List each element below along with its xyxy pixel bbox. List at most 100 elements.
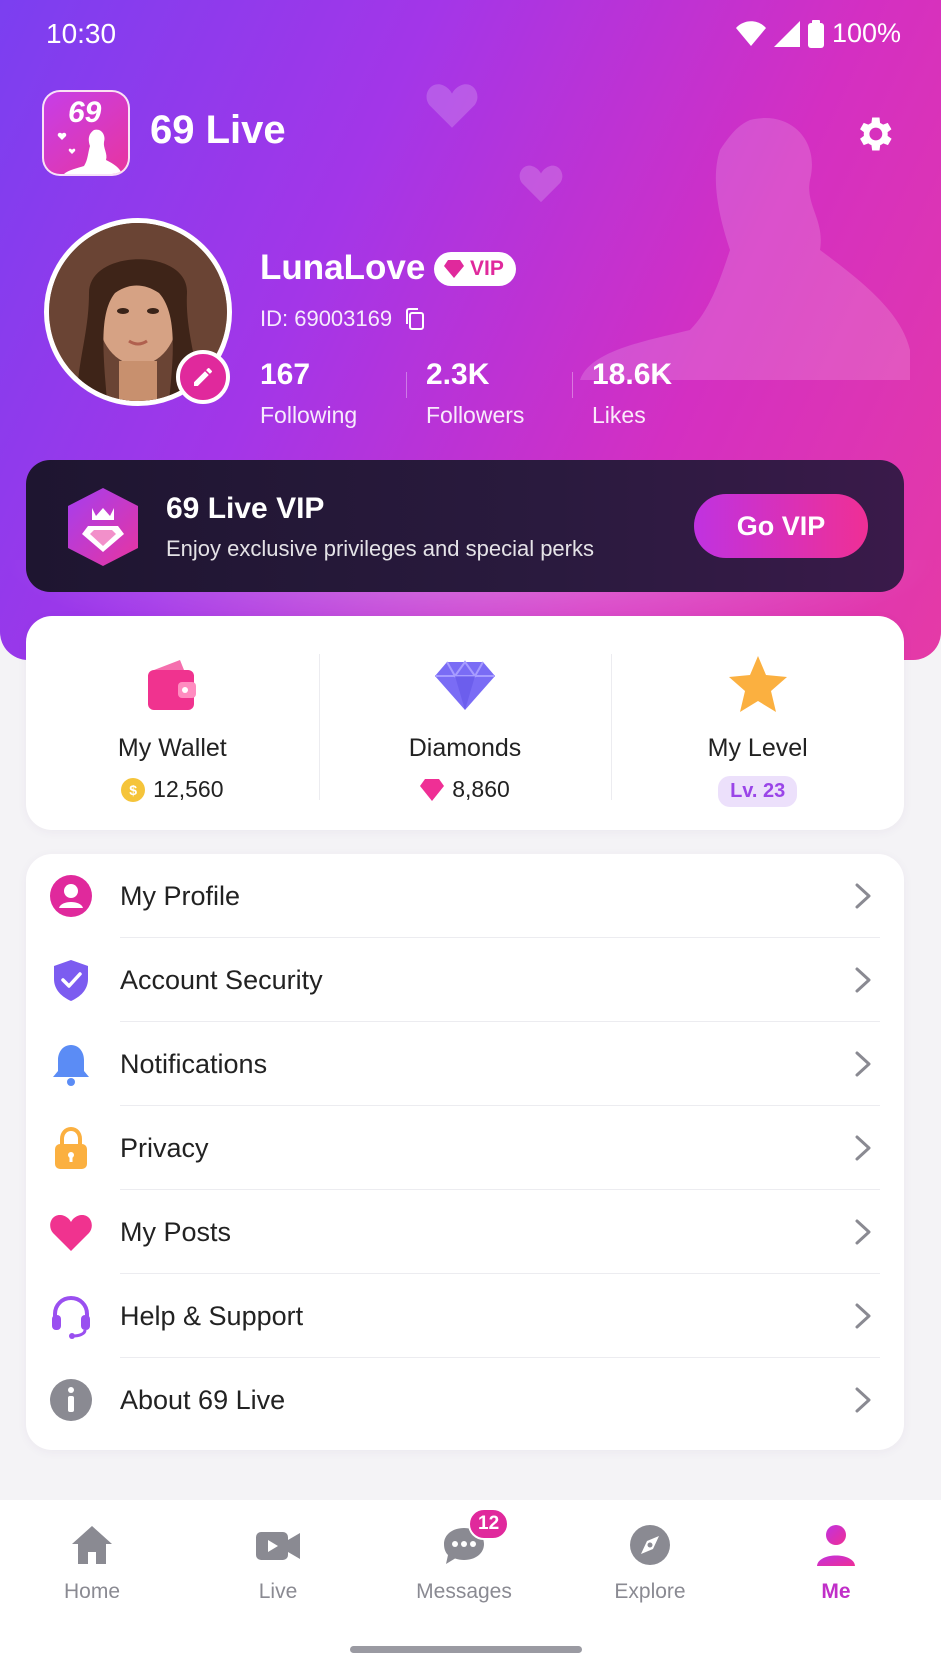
chevron-right-icon — [855, 967, 871, 993]
vip-banner-subtitle: Enjoy exclusive privileges and special p… — [166, 536, 594, 561]
stat-value: 167 — [260, 358, 311, 391]
diamond-icon — [435, 660, 495, 710]
lock-icon — [55, 1126, 87, 1169]
menu-item-label: About 69 Live — [120, 1385, 286, 1415]
asset-value: Lv. 23 — [611, 776, 904, 807]
settings-button[interactable] — [852, 112, 896, 156]
menu-item-label: Account Security — [120, 965, 323, 995]
status-bar: 10:30 100% — [0, 0, 941, 70]
chat-icon: 12 — [440, 1508, 510, 1568]
bell-icon — [53, 1045, 89, 1086]
diamond-icon — [444, 260, 464, 278]
menu-item-label: Notifications — [120, 1049, 268, 1079]
chevron-right-icon — [855, 1051, 871, 1077]
menu-item-account-security[interactable]: Account Security — [26, 938, 904, 1022]
heart-icon — [50, 1214, 92, 1251]
app-logo: 69 — [42, 90, 130, 176]
copy-icon[interactable] — [404, 307, 426, 331]
go-vip-button[interactable]: Go VIP — [694, 494, 868, 558]
menu-item-my-profile[interactable]: My Profile — [26, 854, 904, 938]
menu-item-about[interactable]: About 69 Live — [26, 1358, 904, 1442]
user-id: ID: 69003169 — [260, 306, 426, 332]
menu-item-my-posts[interactable]: My Posts — [26, 1190, 904, 1274]
asset-level[interactable]: My Level Lv. 23 — [611, 616, 904, 830]
shield-icon — [54, 960, 88, 1001]
menu-item-notifications[interactable]: Notifications — [26, 1022, 904, 1106]
diamond-balance: 8,860 — [452, 776, 510, 802]
stat-label: Following — [260, 402, 358, 428]
edit-avatar-button[interactable] — [176, 350, 230, 404]
username: LunaLove — [260, 248, 426, 287]
status-time: 10:30 — [46, 18, 117, 49]
logo-text: 69 — [68, 96, 102, 129]
asset-name: My Wallet — [117, 734, 227, 762]
home-icon — [68, 1522, 116, 1568]
chevron-right-icon — [855, 1219, 871, 1245]
heart-decoration — [519, 165, 563, 203]
gear-icon — [860, 117, 892, 151]
battery-icon — [807, 19, 824, 48]
nav-label: Home — [63, 1580, 121, 1603]
logo-silhouette — [57, 129, 122, 174]
menu-item-label: My Profile — [120, 881, 241, 911]
wallet-balance: 12,560 — [153, 776, 224, 802]
nav-home[interactable]: Home — [32, 1522, 152, 1604]
stat-likes[interactable]: 18.6K Likes — [572, 358, 758, 429]
profile-stats: 167 Following 2.3K Followers 18.6K Likes — [260, 358, 758, 429]
video-icon — [254, 1522, 302, 1568]
level-badge: Lv. 23 — [718, 776, 798, 807]
menu-item-label: Help & Support — [120, 1301, 304, 1331]
chevron-right-icon — [855, 1387, 871, 1413]
compass-icon — [626, 1522, 674, 1568]
pink-diamond-icon — [420, 778, 445, 801]
menu-item-help-support[interactable]: Help & Support — [26, 1274, 904, 1358]
menu-item-privacy[interactable]: Privacy — [26, 1106, 904, 1190]
menu-item-label: My Posts — [120, 1217, 232, 1247]
nav-explore[interactable]: Explore — [590, 1522, 710, 1604]
vip-crown-diamond-icon — [68, 488, 138, 566]
pencil-icon — [194, 368, 212, 386]
nav-messages[interactable]: 12 Messages — [404, 1508, 524, 1604]
asset-value: 8,860 — [319, 776, 612, 803]
info-icon — [50, 1379, 92, 1421]
coin-icon: $ — [121, 777, 146, 802]
nav-live[interactable]: Live — [218, 1522, 338, 1604]
wifi-icon — [735, 20, 766, 46]
vip-badge: VIP — [434, 252, 516, 286]
asset-diamonds[interactable]: Diamonds 8,860 — [318, 616, 612, 830]
nav-label: Live — [258, 1580, 298, 1603]
stat-value: 18.6K — [592, 358, 673, 391]
person-icon — [812, 1522, 860, 1568]
chevron-right-icon — [855, 1303, 871, 1329]
home-indicator — [350, 1646, 582, 1653]
headset-icon — [52, 1295, 90, 1339]
stat-following[interactable]: 167 Following — [260, 358, 426, 429]
wallet-icon — [148, 660, 197, 710]
nav-me[interactable]: Me — [776, 1522, 896, 1604]
nav-label: Messages — [416, 1580, 512, 1603]
assets-card: My Wallet $ 12,560 Diamonds 8,860 My Lev… — [26, 616, 904, 830]
avatar-container — [44, 218, 232, 406]
nav-label: Explore — [614, 1580, 686, 1603]
chevron-right-icon — [855, 883, 871, 909]
settings-menu: My Profile Account Security Notification… — [26, 854, 904, 1450]
asset-wallet[interactable]: My Wallet $ 12,560 — [26, 616, 319, 830]
battery-percent: 100% — [831, 18, 901, 48]
signal-icon — [773, 20, 800, 47]
chevron-right-icon — [855, 1135, 871, 1161]
stat-label: Likes — [592, 402, 646, 428]
asset-name: Diamonds — [408, 734, 522, 762]
user-icon — [50, 875, 92, 917]
app-title: 69 Live — [150, 108, 286, 152]
stat-value: 2.3K — [426, 358, 490, 391]
menu-item-label: Privacy — [120, 1133, 209, 1163]
stat-followers[interactable]: 2.3K Followers — [406, 358, 592, 429]
vip-banner[interactable]: 69 Live VIP Enjoy exclusive privileges a… — [26, 460, 904, 592]
unread-badge: 12 — [468, 1508, 510, 1540]
nav-label: Me — [821, 1580, 851, 1603]
status-icons: 100% — [735, 18, 901, 49]
stat-label: Followers — [426, 402, 525, 428]
asset-name: My Level — [707, 734, 808, 762]
vip-banner-title: 69 Live VIP — [166, 492, 325, 525]
user-id-text: ID: 69003169 — [260, 306, 393, 331]
